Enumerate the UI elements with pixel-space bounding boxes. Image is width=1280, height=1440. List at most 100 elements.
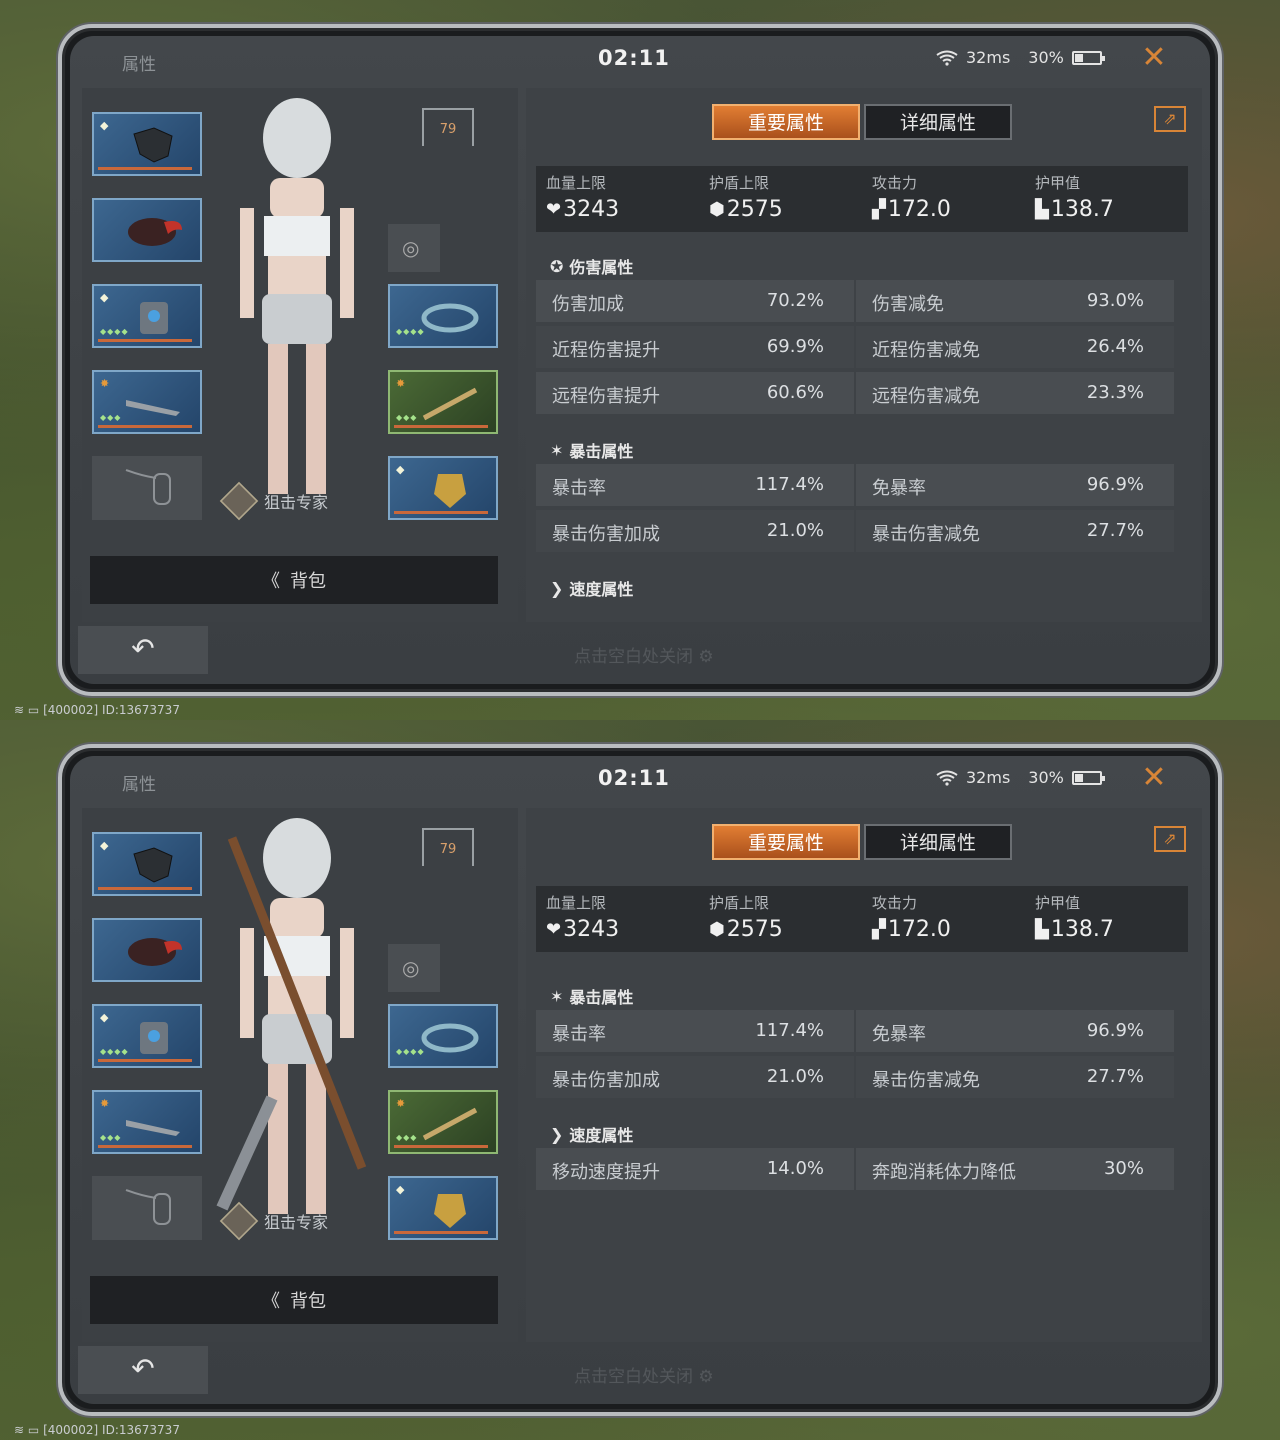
armor-slot[interactable]: ◆ ◆◆◆◆ (92, 1004, 202, 1068)
stat-cell: 伤害加成 70.2% (536, 280, 854, 322)
diamond-icon: ◆ (100, 291, 109, 304)
window-title: 属性 (122, 775, 156, 795)
stat-key: 免暴率 (872, 478, 926, 499)
screen-1: 属性 02:11 32ms 30% ✕ ◆ ◆ ◆◆◆◆ ✸ ◆◆◆ ◎ ◆◆◆◆ … (0, 0, 1280, 720)
battery-level (1074, 53, 1083, 62)
accessory-slot[interactable]: ◆ (388, 456, 498, 520)
rank-dots: ◆◆◆◆ (100, 1047, 129, 1056)
diamond-icon: ◆ (100, 839, 109, 852)
backpack-slot[interactable] (92, 918, 202, 982)
heart-icon: ❤ (546, 919, 562, 940)
stat-key: 暴击伤害减免 (872, 1070, 980, 1091)
stat-value: 2575 (726, 917, 783, 942)
vest-icon (140, 302, 168, 334)
close-hint: 点击空白处关闭 ⚙ (574, 642, 714, 667)
level-badge: 79 (422, 108, 474, 146)
stat-cell: 远程伤害减免 23.3% (856, 372, 1174, 414)
backpack-button[interactable]: 《背包 (90, 556, 498, 604)
share-icon: ⇗ (1163, 829, 1177, 848)
stats-panel: 重要属性 详细属性 ⇗ 血量上限 ❤ 3243 护盾上限 ⬢ 2575 攻击力 ▞ 172.… (526, 88, 1202, 622)
battery-percent: 30% (1028, 768, 1064, 787)
stat-value: 138.7 (1050, 197, 1114, 222)
equipment-panel: ◆ ◆ ◆◆◆◆ ✸ ◆◆◆ ◎ ◆◆◆◆ ✸ ◆◆◆ ◆ 79 狙击专家 《 … (82, 88, 518, 622)
stat-cell: 近程伤害减免 26.4% (856, 326, 1174, 368)
window-title: 属性 (122, 55, 156, 75)
flame-icon: ✸ (100, 1097, 110, 1110)
shield-icon: ⬢ (709, 199, 725, 220)
tag-slot[interactable] (92, 1176, 202, 1240)
close-button[interactable]: ✕ (1138, 762, 1170, 794)
crit-icon: ✶ (550, 986, 564, 1006)
stat-key: 暴击率 (552, 478, 606, 499)
stat-value: 30% (1103, 1158, 1144, 1179)
backpack-slot[interactable] (92, 198, 202, 262)
stat-value: 21.0% (766, 1066, 824, 1087)
flame-icon: ✸ (100, 377, 110, 390)
bracelet-slot[interactable]: ◆◆◆◆ (388, 1004, 498, 1068)
weapon-slot-1[interactable]: ✸ ◆◆◆ (92, 1090, 202, 1154)
weapon-slot-2[interactable]: ✸ ◆◆◆ (388, 1090, 498, 1154)
stat-label: 攻击力 (872, 174, 918, 192)
dogtag-icon (125, 1189, 171, 1225)
close-button[interactable]: ✕ (1138, 42, 1170, 74)
footer-text: [400002] ID:13673737 (43, 1423, 180, 1437)
class-label: 狙击专家 (219, 481, 328, 521)
return-button[interactable]: ↶ (78, 626, 208, 674)
backpack-label: 背包 (290, 1291, 326, 1312)
class-label: 狙击专家 (219, 1201, 329, 1241)
shield-stat: 护盾上限 ⬢ 2575 (699, 886, 862, 952)
stat-key: 暴击伤害加成 (552, 1070, 660, 1091)
dogtag-icon (125, 469, 171, 505)
section-title-text: 暴击属性 (569, 988, 634, 1007)
rank-dots: ◆◆◆ (396, 1133, 418, 1142)
ring-slot[interactable]: ◎ (388, 944, 440, 992)
stat-value: 70.2% (766, 290, 824, 311)
stat-value: 3243 (563, 917, 620, 942)
share-button[interactable]: ⇗ (1154, 106, 1186, 132)
weapon-slot-1[interactable]: ✸ ◆◆◆ (92, 370, 202, 434)
share-button[interactable]: ⇗ (1154, 826, 1186, 852)
flame-icon: ✸ (396, 377, 406, 390)
weapon-slot-2[interactable]: ✸ ◆◆◆ (388, 370, 498, 434)
crit-section-title: ✶ 暴击属性 (550, 984, 633, 1008)
ring-icon: ◎ (402, 236, 420, 260)
tab-key-stats[interactable]: 重要属性 (712, 824, 860, 860)
ring-slot[interactable]: ◎ (388, 224, 440, 272)
accessory-slot[interactable]: ◆ (388, 1176, 498, 1240)
tab-detail-stats[interactable]: 详细属性 (864, 824, 1012, 860)
shield-icon: ⬢ (709, 919, 725, 940)
stat-cell: 暴击伤害减免 27.7% (856, 510, 1174, 552)
chevron-right-icon: ❯ (550, 1124, 564, 1144)
tab-bar: 重要属性 详细属性 (712, 824, 1012, 860)
durability-bar (394, 1231, 488, 1234)
stat-value: 26.4% (1086, 336, 1144, 357)
summary-bar: 血量上限 ❤ 3243 护盾上限 ⬢ 2575 攻击力 ▞ 172.0 护甲值 ▙ 138.7 (536, 886, 1188, 952)
stat-value: 172.0 (887, 197, 951, 222)
stat-value: 96.9% (1086, 1020, 1144, 1041)
tab-key-stats[interactable]: 重要属性 (712, 104, 860, 140)
stat-value: 172.0 (887, 917, 951, 942)
stat-key: 伤害加成 (552, 294, 624, 315)
battery-icon: ▭ (27, 703, 40, 717)
gun-icon: ▞ (872, 199, 886, 220)
stat-value: 69.9% (766, 336, 824, 357)
vest-icon (140, 1022, 168, 1054)
gear-icon: ⚙ (698, 1367, 714, 1387)
chevron-left-icon: 《 (262, 571, 280, 592)
stat-cell: 免暴率 96.9% (856, 1010, 1174, 1052)
class-name: 狙击专家 (264, 1213, 329, 1232)
equipment-panel: ◆ ◆ ◆◆◆◆ ✸ ◆◆◆ ◎ ◆◆◆◆ ✸ ◆◆◆ ◆ 79 狙击专家 《 … (82, 808, 518, 1342)
return-button[interactable]: ↶ (78, 1346, 208, 1394)
backpack-button[interactable]: 《背包 (90, 1276, 498, 1324)
attack-stat: 攻击力 ▞ 172.0 (862, 166, 1025, 232)
undo-icon: ↶ (131, 1352, 155, 1385)
stat-label: 攻击力 (872, 894, 918, 912)
flame-icon: ✸ (396, 1097, 406, 1110)
helmet-slot[interactable]: ◆ (92, 832, 202, 896)
ping: 32ms (966, 48, 1011, 67)
bracelet-slot[interactable]: ◆◆◆◆ (388, 284, 498, 348)
tag-slot[interactable] (92, 456, 202, 520)
tab-detail-stats[interactable]: 详细属性 (864, 104, 1012, 140)
helmet-slot[interactable]: ◆ (92, 112, 202, 176)
armor-slot[interactable]: ◆ ◆◆◆◆ (92, 284, 202, 348)
